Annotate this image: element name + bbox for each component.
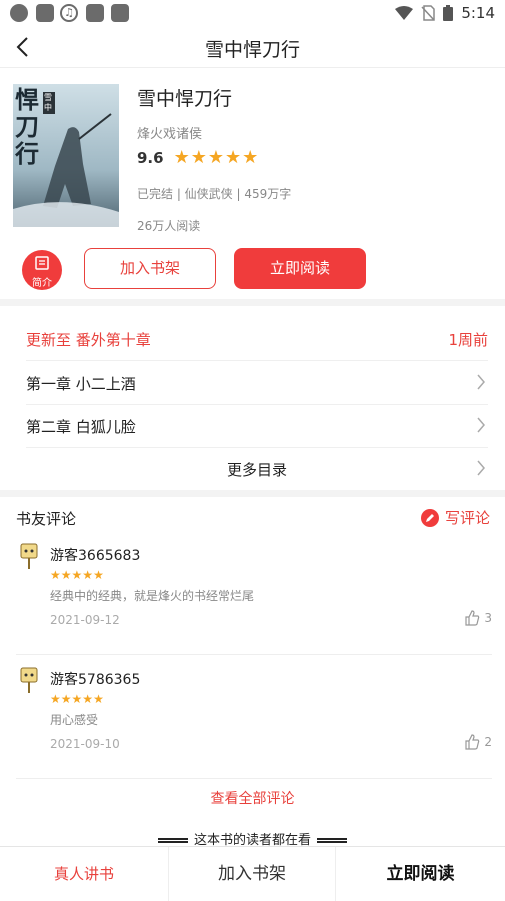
divider (0, 299, 505, 306)
music-icon: ♫ (60, 4, 78, 22)
notification-icon (86, 4, 104, 22)
update-time: 1周前 (448, 331, 488, 349)
book-author[interactable]: 烽火戏诸侯 (137, 123, 202, 142)
read-now-bottom-button[interactable]: 立即阅读 (336, 847, 505, 901)
latest-update-row[interactable]: 更新至 番外第十章 1周前 (26, 317, 488, 361)
like-button[interactable]: 2 (464, 734, 492, 750)
like-button[interactable]: 3 (464, 610, 492, 626)
top-nav-bar: 雪中悍刀行 (0, 27, 505, 68)
star-icon: ★ (60, 692, 72, 706)
thumbs-up-icon (465, 610, 480, 626)
write-comment-label: 写评论 (444, 509, 490, 527)
intro-label: 简介 (32, 278, 52, 289)
more-chapters-label: 更多目录 (226, 461, 287, 479)
reader-count: 26万人阅读 (137, 219, 201, 233)
star-icon: ★ (71, 568, 83, 582)
star-icon: ★ (60, 568, 72, 582)
rating-stars: ★ ★ ★ ★ ★ (174, 149, 259, 167)
write-comment-button[interactable]: 写评论 (420, 507, 490, 528)
rating-score: 9.6 (137, 149, 164, 167)
battery-icon (443, 5, 454, 21)
comment-date: 2021-09-10 (50, 737, 120, 751)
star-icon: ★ (207, 147, 224, 168)
chapter-title: 第一章 小二上酒 (26, 375, 136, 393)
star-icon: ★ (82, 692, 94, 706)
star-icon: ★ (82, 568, 94, 582)
add-to-shelf-button[interactable]: 加入书架 (84, 248, 216, 289)
comment-username: 游客3665683 (50, 548, 141, 564)
chevron-right-icon (477, 374, 485, 390)
intro-button[interactable]: 简介 (22, 250, 62, 290)
add-to-shelf-bottom-button[interactable]: 加入书架 (168, 847, 336, 901)
wifi-icon (395, 6, 414, 20)
cover-side-label: 雪中 (43, 92, 55, 114)
chevron-right-icon (477, 417, 485, 433)
comment-item: 游客3665683 ★ ★ ★ ★ ★ 经典中的经典，就是烽火的书经常烂尾 2021-0… (16, 542, 492, 655)
pencil-icon (420, 508, 439, 527)
star-icon: ★ (71, 692, 83, 706)
thumbs-up-icon (465, 734, 480, 750)
comment-text: 经典中的经典，就是烽火的书经常烂尾 (50, 589, 255, 603)
chapter-title: 第二章 白狐儿脸 (26, 418, 136, 436)
star-icon: ★ (242, 147, 259, 168)
clock: 5:14 (461, 4, 495, 22)
page-title: 雪中悍刀行 (204, 39, 300, 61)
view-all-comments-link[interactable]: 查看全部评论 (0, 788, 505, 808)
status-bar: ♫ 5:14 (0, 0, 505, 27)
comment-text: 用心感受 (50, 713, 99, 727)
book-cover: 悍刀行 雪中 (13, 84, 119, 227)
bottom-action-bar: 真人讲书 加入书架 立即阅读 (0, 846, 505, 901)
like-count: 3 (484, 611, 492, 625)
latest-chapter: 更新至 番外第十章 (26, 331, 151, 349)
book-meta: 已完结 | 仙侠武侠 | 459万字 (137, 187, 292, 201)
star-icon: ★ (93, 692, 104, 706)
notification-icon (111, 4, 129, 22)
avatar-icon (20, 543, 38, 569)
no-sim-icon (421, 5, 436, 21)
comment-username: 游客5786365 (50, 672, 141, 688)
comment-date: 2021-09-12 (50, 613, 120, 627)
chevron-right-icon (477, 460, 485, 476)
star-icon: ★ (173, 147, 190, 168)
audio-book-button[interactable]: 真人讲书 (0, 847, 168, 901)
rating: 9.6 ★ ★ ★ ★ ★ (137, 149, 259, 168)
notification-icon (36, 4, 54, 22)
more-chapters-row[interactable]: 更多目录 (26, 447, 488, 490)
read-now-button[interactable]: 立即阅读 (234, 248, 366, 289)
comment-stars: ★ ★ ★ ★ ★ (50, 693, 104, 705)
comments-title: 书友评论 (16, 510, 77, 528)
avatar-icon (20, 667, 38, 693)
comment-stars: ★ ★ ★ ★ ★ (50, 569, 104, 581)
notification-icon (10, 4, 28, 22)
star-icon: ★ (50, 692, 61, 706)
chapter-item[interactable]: 第一章 小二上酒 (26, 361, 488, 405)
star-icon: ★ (50, 568, 61, 582)
comment-item: 游客5786365 ★ ★ ★ ★ ★ 用心感受 2021-09-10 2 (16, 666, 492, 779)
divider (0, 490, 505, 497)
cover-title-text: 悍刀行 (15, 85, 39, 168)
star-icon: ★ (225, 147, 242, 168)
star-icon: ★ (190, 147, 207, 168)
star-icon: ★ (93, 568, 104, 582)
book-title: 雪中悍刀行 (137, 88, 233, 110)
like-count: 2 (484, 735, 492, 749)
book-icon (35, 256, 49, 270)
chapter-item[interactable]: 第二章 白狐儿脸 (26, 404, 488, 448)
